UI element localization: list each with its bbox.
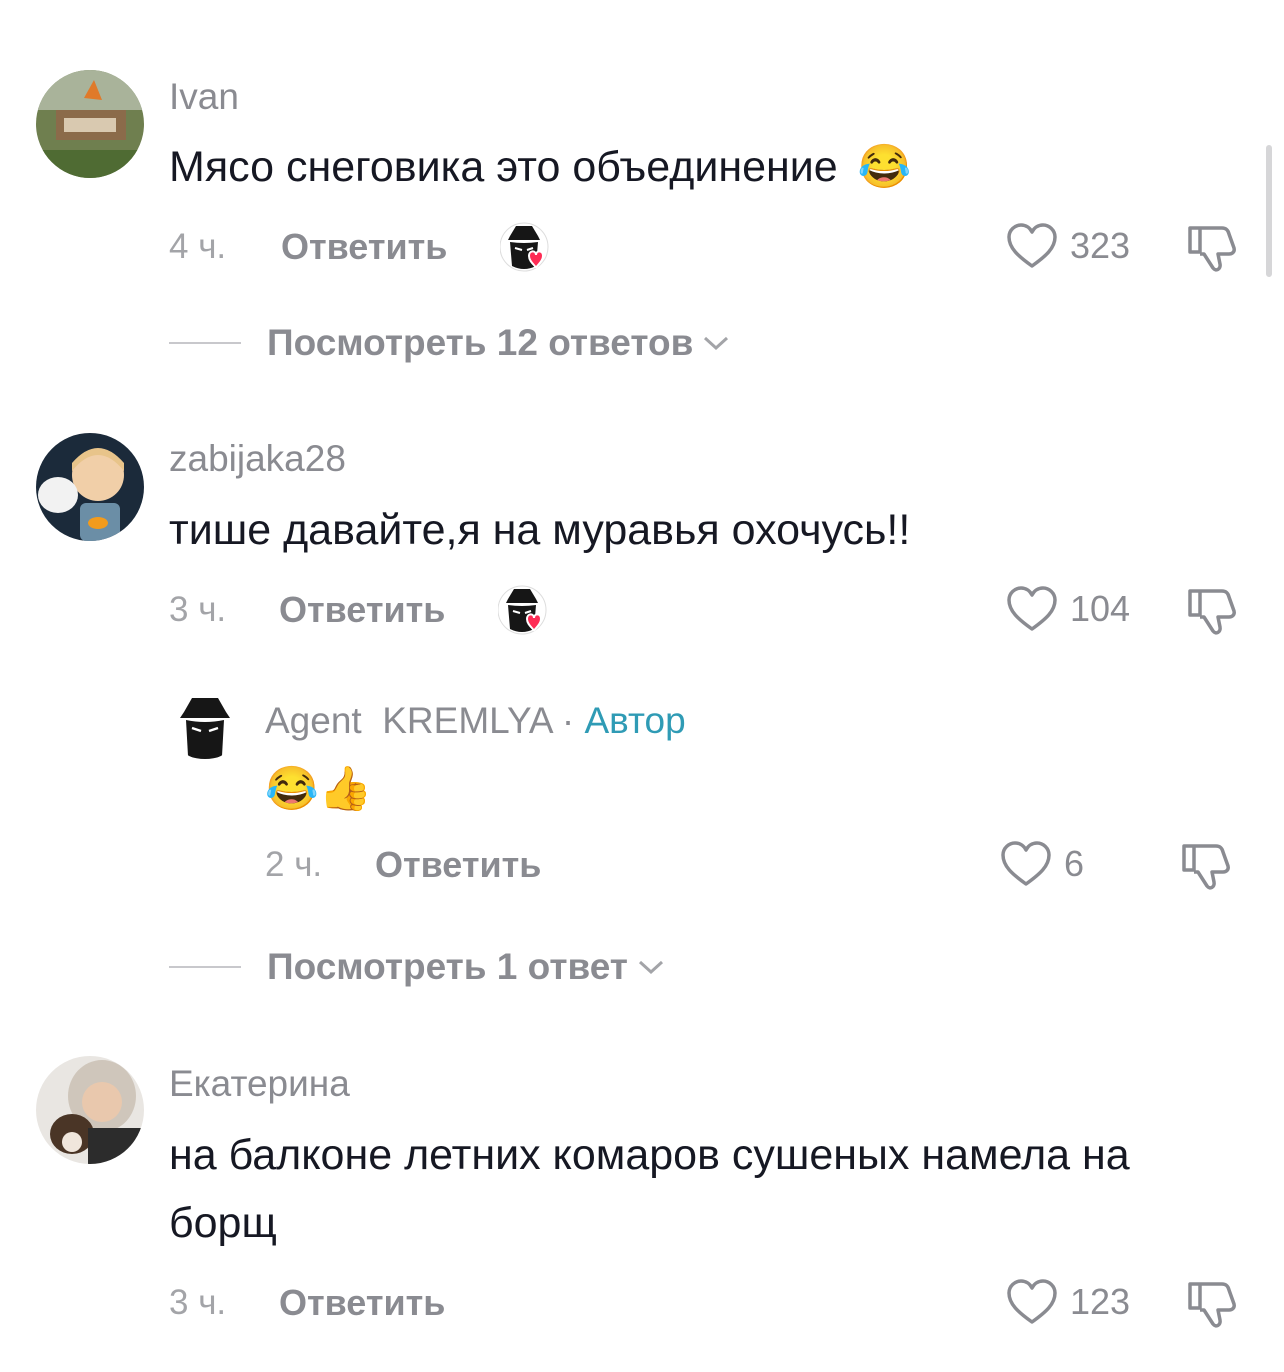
view-replies-button[interactable]: Посмотреть 1 ответ <box>169 946 666 988</box>
comment-time: 3 ч. <box>169 590 227 629</box>
creator-liked-icon <box>499 222 558 277</box>
reply-author-name[interactable]: Agent KREMLYA <box>265 700 552 741</box>
like-button[interactable]: 323 <box>1006 222 1130 270</box>
comment-text: Мясо снеговика это объединение 😂 <box>169 136 911 198</box>
dislike-button[interactable] <box>1186 1278 1238 1335</box>
like-count: 104 <box>1070 588 1131 629</box>
view-replies-button[interactable]: Посмотреть 12 ответов <box>169 322 731 364</box>
comment-text-line-1: на балконе летних комаров сушеных намела… <box>169 1131 1130 1179</box>
heart-outline-icon <box>1001 841 1051 886</box>
name-separator: · <box>551 700 585 741</box>
comment-text-line-2: борщ <box>169 1199 277 1247</box>
avatar[interactable] <box>36 433 144 541</box>
laughing-emoji: 😂 <box>857 143 912 191</box>
like-button[interactable]: 104 <box>1006 585 1130 633</box>
like-button[interactable]: 123 <box>1006 1278 1130 1326</box>
dislike-button[interactable] <box>1186 222 1238 279</box>
thumbs-down-icon <box>1188 1282 1236 1328</box>
comment-time: 3 ч. <box>169 1283 227 1322</box>
divider-line <box>169 342 241 344</box>
dislike-button[interactable] <box>1180 840 1232 897</box>
scrollbar[interactable] <box>1266 145 1272 277</box>
comment-username[interactable]: zabijaka28 <box>169 438 346 480</box>
comment-text: тише давайте,я на муравья охочусь!! <box>169 506 911 554</box>
reply-time: 2 ч. <box>265 845 323 884</box>
thumbs-down-icon <box>1188 589 1236 635</box>
reply-button[interactable]: Ответить <box>279 1282 445 1324</box>
comment-username[interactable]: Екатерина <box>169 1063 350 1105</box>
divider-line <box>169 966 241 968</box>
heart-outline-icon <box>1007 586 1057 631</box>
reply-button[interactable]: Ответить <box>281 226 447 268</box>
reply-button[interactable]: Ответить <box>279 589 445 631</box>
avatar[interactable] <box>36 70 144 178</box>
comment-text-body: Мясо снеговика это объединение <box>169 143 838 191</box>
comment-time: 4 ч. <box>169 227 227 266</box>
chevron-down-icon <box>638 960 663 975</box>
reply-button[interactable]: Ответить <box>375 844 541 886</box>
view-replies-label: Посмотреть 12 ответов <box>267 322 694 363</box>
dislike-button[interactable] <box>1186 585 1238 642</box>
comment-username[interactable]: Ivan <box>169 76 239 118</box>
like-button[interactable]: 6 <box>1000 840 1084 888</box>
like-count: 123 <box>1070 1281 1131 1322</box>
creator-liked-icon <box>497 585 556 640</box>
like-count: 6 <box>1064 843 1085 884</box>
heart-outline-icon <box>1007 223 1057 268</box>
chevron-down-icon <box>704 336 729 351</box>
view-replies-label: Посмотреть 1 ответ <box>267 946 628 987</box>
author-badge: Автор <box>584 700 686 741</box>
avatar[interactable] <box>36 1056 144 1164</box>
heart-outline-icon <box>1007 1279 1057 1324</box>
like-count: 323 <box>1070 225 1131 266</box>
reply-text: 😂👍 <box>265 765 373 813</box>
reply-username: Agent KREMLYA · Автор <box>265 700 686 742</box>
thumbs-down-icon <box>1188 226 1236 272</box>
avatar[interactable] <box>172 694 238 760</box>
thumbs-down-icon <box>1182 844 1230 890</box>
